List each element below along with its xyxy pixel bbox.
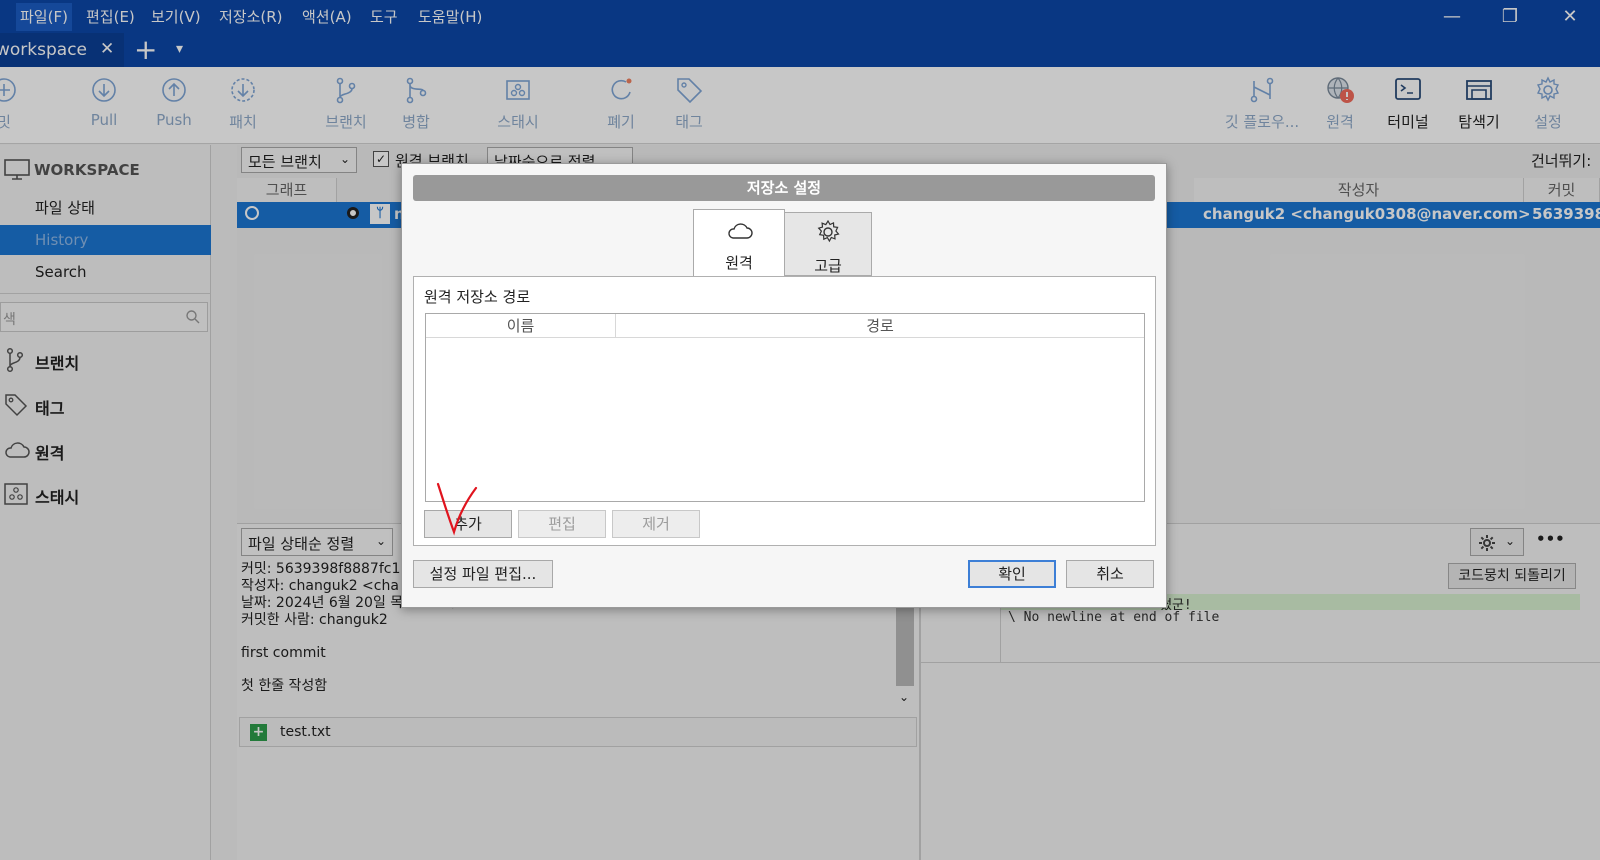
edit-remote-button[interactable]: 편집 — [518, 510, 606, 538]
remove-remote-button[interactable]: 제거 — [612, 510, 700, 538]
gear-icon — [817, 219, 840, 243]
tab-advanced-label: 고급 — [814, 257, 842, 275]
ok-button[interactable]: 확인 — [968, 560, 1056, 588]
repository-settings-dialog: 저장소 설정 원격 고급 원격 저장소 경로 이름 경로 추가 편집 제거 설정… — [401, 163, 1167, 608]
tab-advanced[interactable]: 고급 — [784, 212, 872, 276]
column-path[interactable]: 경로 — [616, 314, 1144, 338]
cancel-button[interactable]: 취소 — [1066, 560, 1154, 588]
cloud-icon — [728, 223, 753, 239]
tab-remote-label: 원격 — [725, 254, 753, 272]
tab-remote[interactable]: 원격 — [693, 209, 785, 277]
column-name[interactable]: 이름 — [426, 314, 616, 338]
remotes-table[interactable]: 이름 경로 — [425, 313, 1145, 502]
edit-config-file-button[interactable]: 설정 파일 편집... — [413, 560, 553, 588]
annotation-check-mark — [436, 482, 478, 536]
remote-paths-label: 원격 저장소 경로 — [424, 288, 531, 306]
remote-settings-panel: 원격 저장소 경로 이름 경로 추가 편집 제거 — [413, 276, 1156, 546]
dialog-title: 저장소 설정 — [413, 175, 1155, 201]
